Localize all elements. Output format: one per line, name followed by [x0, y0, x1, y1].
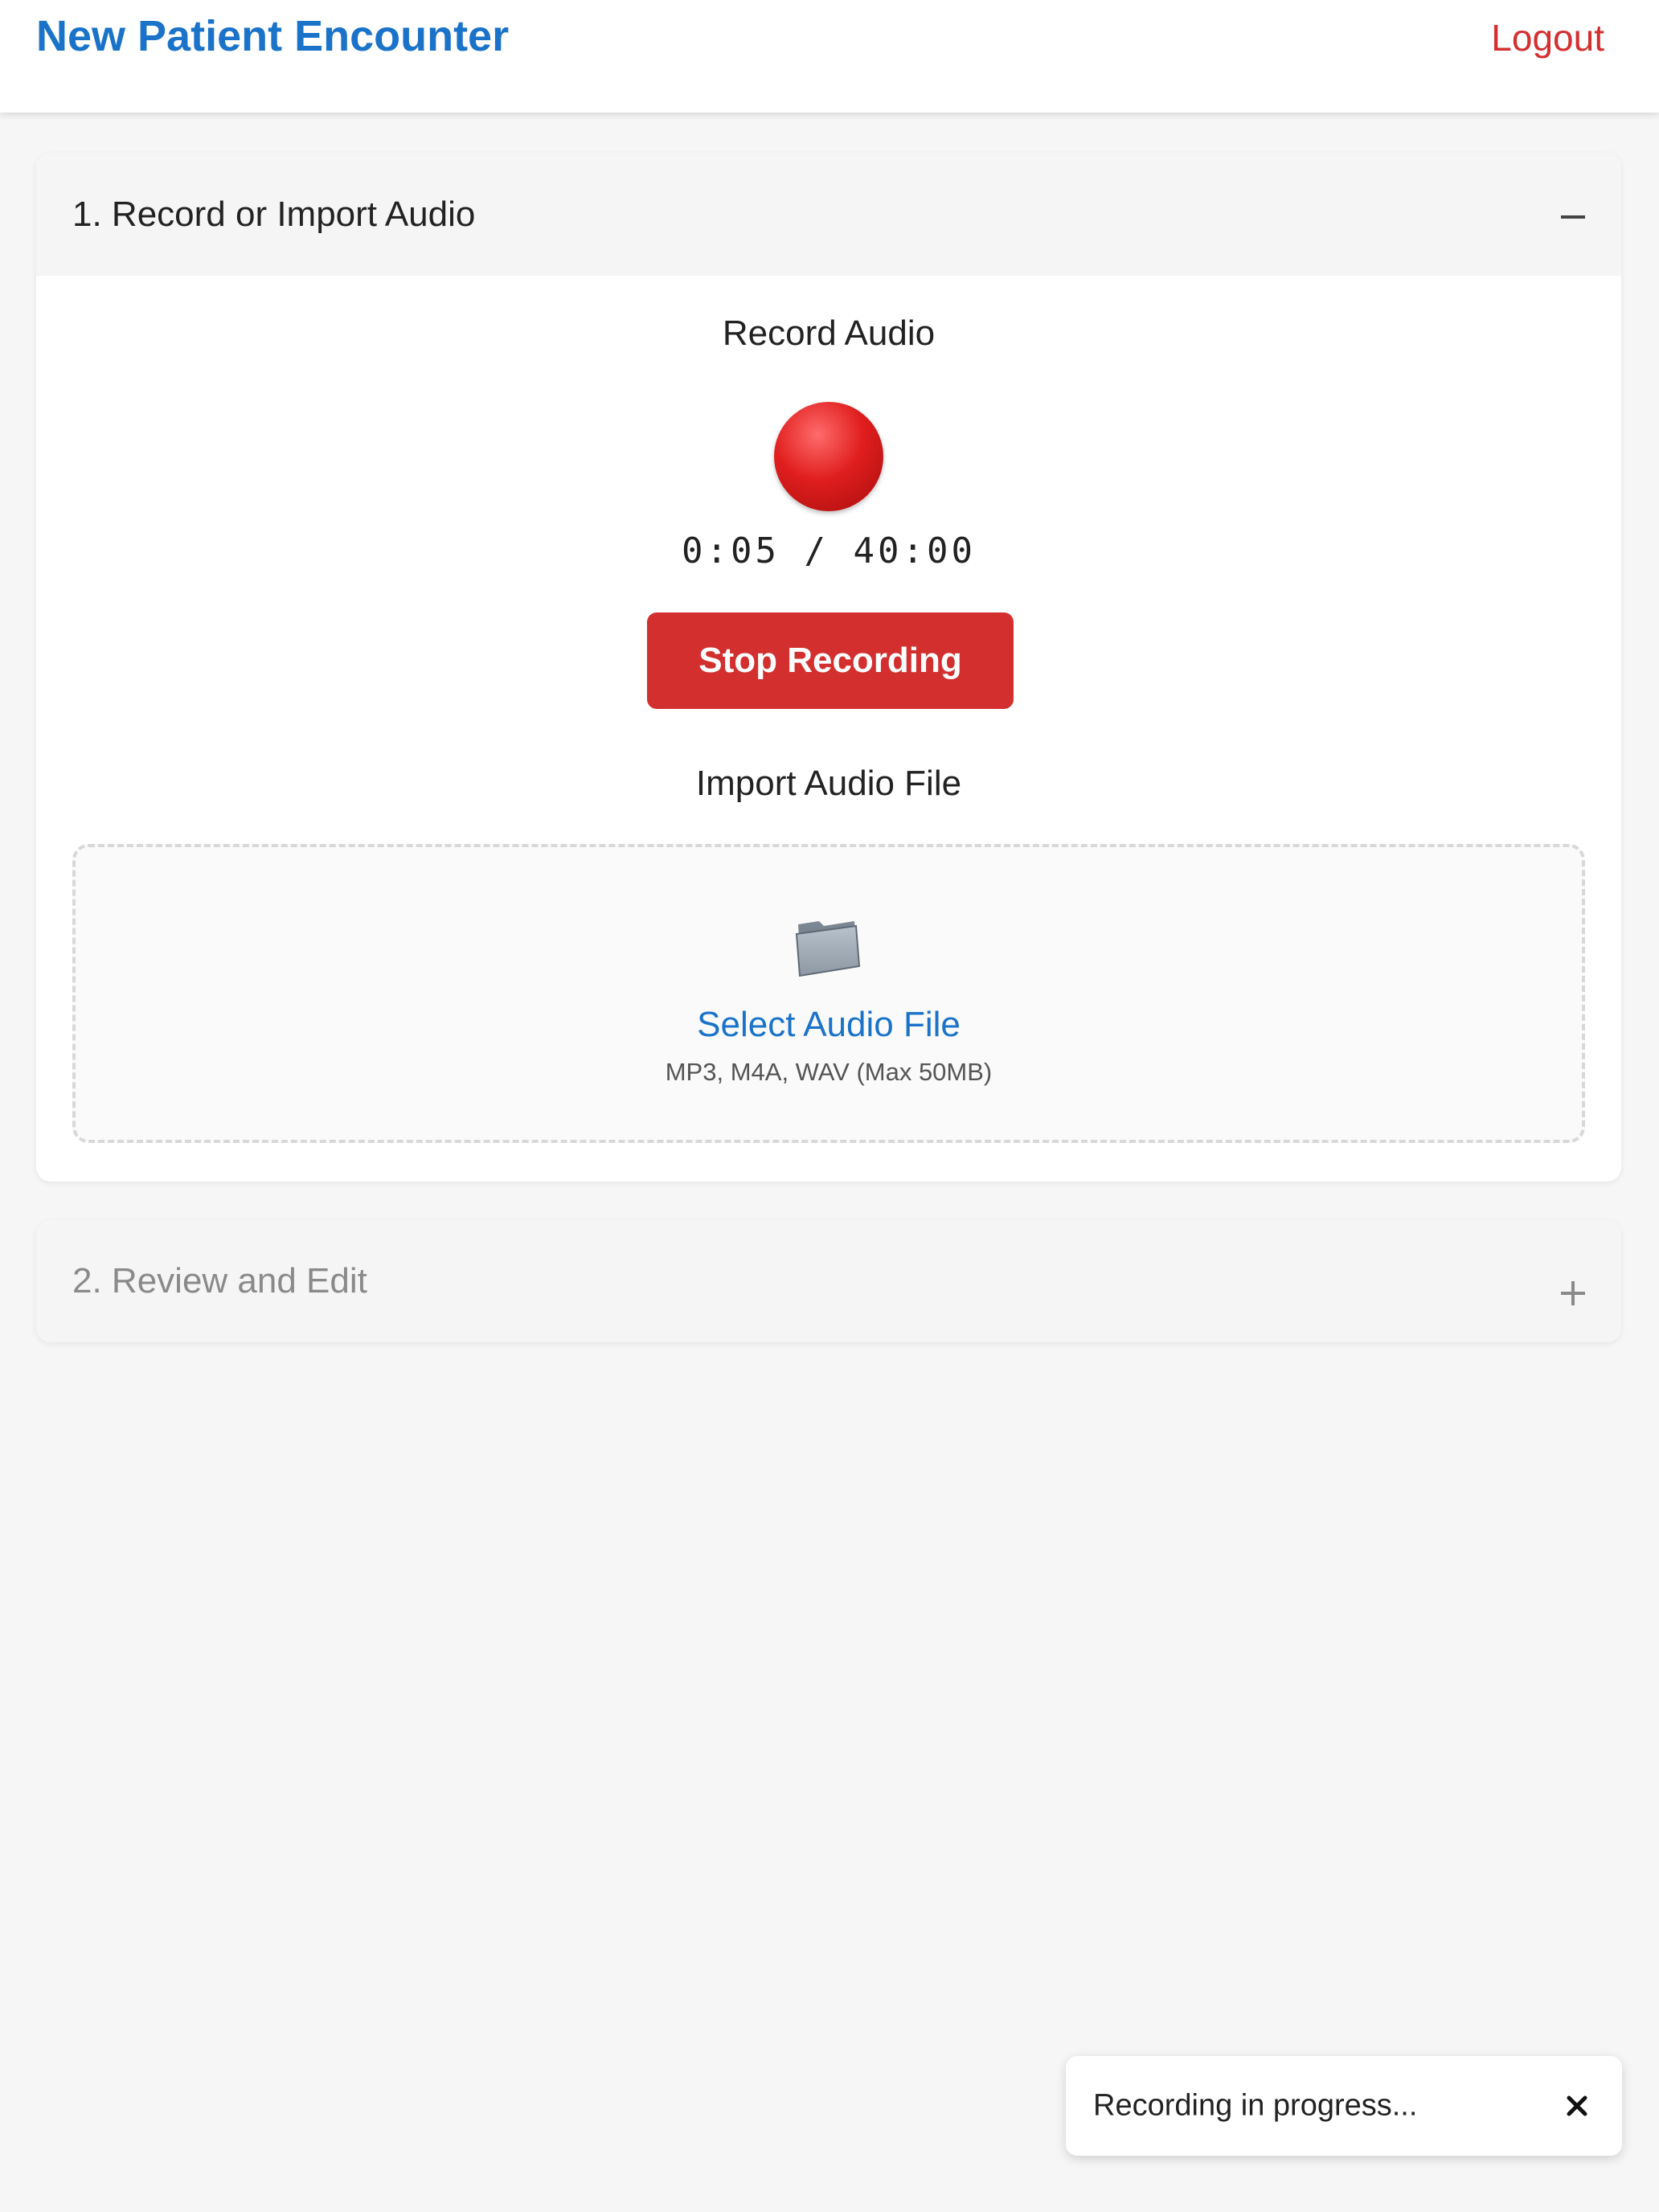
audio-file-dropzone[interactable] — [72, 844, 1585, 1143]
recording-indicator-icon — [774, 402, 883, 511]
section-title: 1. Record or Import Audio — [72, 194, 476, 234]
close-icon[interactable] — [1563, 2091, 1591, 2120]
review-edit-section: 2. Review and Edit — [36, 1220, 1621, 1342]
select-audio-file-link[interactable]: Select Audio File — [36, 1005, 1621, 1045]
recording-timer: 0:05 / 40:00 — [682, 530, 976, 571]
page-title: New Patient Encounter — [36, 12, 510, 60]
stop-recording-button[interactable]: Stop Recording — [647, 612, 1014, 709]
record-import-section: 1. Record or Import Audio Record Audio 0… — [36, 153, 1621, 1182]
file-format-hint: MP3, M4A, WAV (Max 50MB) — [665, 1058, 993, 1086]
logout-button[interactable]: Logout — [1491, 16, 1604, 59]
section-title: 2. Review and Edit — [72, 1261, 367, 1301]
section-header-review-edit[interactable]: 2. Review and Edit — [36, 1220, 1621, 1342]
recording-toast: Recording in progress... — [1066, 2056, 1622, 2156]
import-audio-heading: Import Audio File — [695, 764, 962, 803]
plus-icon[interactable] — [1561, 1281, 1585, 1305]
record-audio-heading: Record Audio — [722, 313, 936, 353]
top-app-bar: New Patient Encounter Logout — [0, 0, 1659, 113]
section-header-record-import[interactable]: 1. Record or Import Audio — [36, 153, 1621, 276]
toast-message: Recording in progress... — [1093, 2088, 1418, 2123]
minus-icon[interactable] — [1561, 215, 1585, 219]
folder-icon — [795, 921, 861, 977]
